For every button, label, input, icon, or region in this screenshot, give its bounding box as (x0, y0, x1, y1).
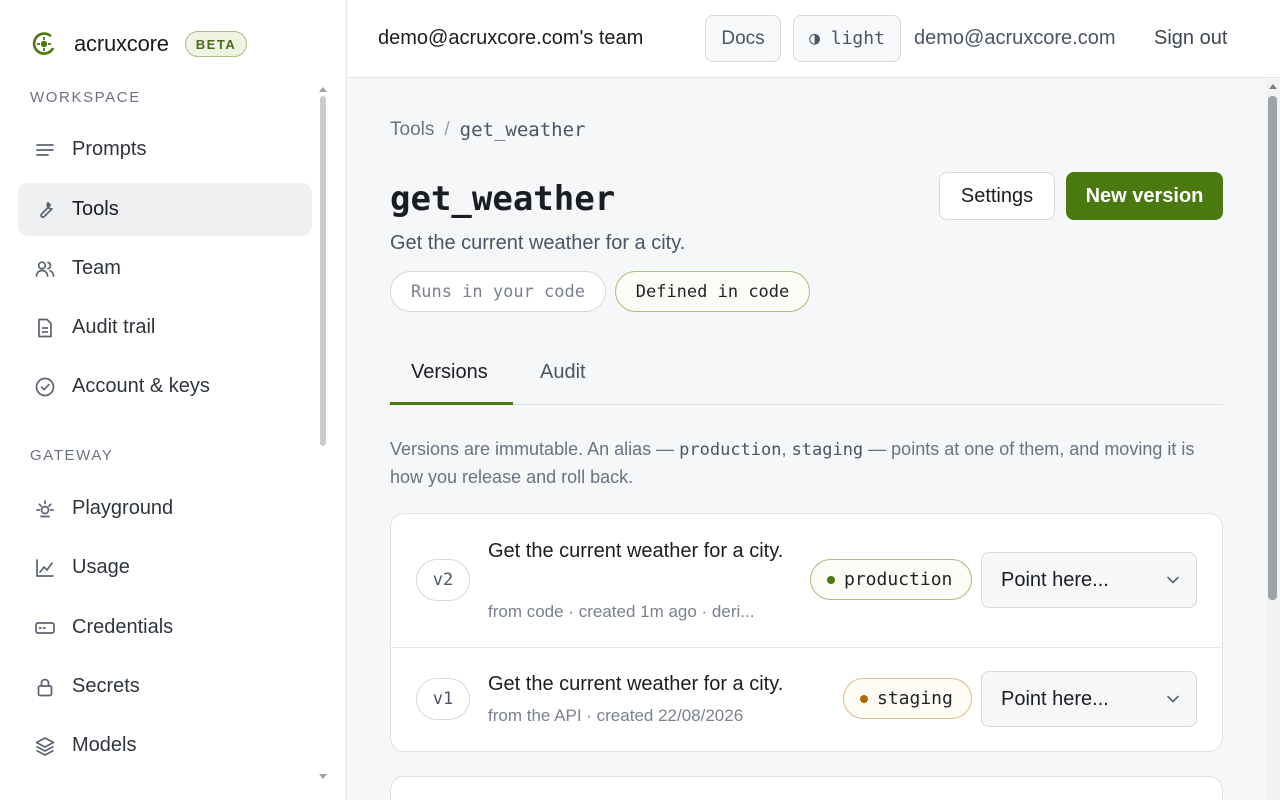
point-alias-select[interactable]: Point here... (981, 552, 1197, 608)
sidebar-item-label: Team (72, 257, 121, 279)
team-name[interactable]: demo@acruxcore.com's team (378, 27, 643, 50)
alias-badge-production: production (810, 559, 972, 600)
chart-line-icon (34, 557, 56, 579)
select-value: Point here... (1001, 568, 1109, 591)
sidebar-item-label: Credentials (72, 616, 174, 638)
sidebar-item-label: Prompts (72, 138, 147, 160)
main-scrollbar-thumb[interactable] (1268, 96, 1277, 600)
beta-badge: BETA (184, 31, 248, 57)
select-value: Point here... (1001, 687, 1109, 710)
source-chip: Defined in code (615, 271, 810, 312)
version-title: Get the current weather for a city. (488, 673, 784, 695)
check-circle-icon (34, 376, 56, 398)
versions-help-text: Versions are immutable. An alias — produ… (390, 436, 1226, 491)
sidebar-item-label: Tools (72, 198, 119, 220)
version-tag: v2 (416, 559, 470, 601)
sidebar-item-label: Models (72, 734, 137, 756)
tool-description: Get the current weather for a city. (390, 232, 686, 254)
breadcrumb-separator: / (444, 119, 450, 140)
sidebar-item-label: Playground (72, 497, 174, 519)
sign-out-link[interactable]: Sign out (1154, 27, 1227, 50)
tab-versions[interactable]: Versions (411, 361, 488, 405)
sidebar-item-account-keys[interactable]: Account & keys (18, 360, 312, 413)
brand-name: acruxcore (74, 31, 169, 56)
sidebar-item-prompts[interactable]: Prompts (18, 123, 312, 176)
sidebar-scroll-down[interactable] (319, 774, 327, 779)
next-card (390, 776, 1223, 800)
version-tag: v1 (416, 678, 470, 720)
sun-icon (34, 498, 56, 520)
alias-label: production (844, 569, 953, 590)
row-divider (391, 647, 1222, 648)
section-label-workspace: WORKSPACE (30, 89, 141, 106)
sidebar-item-models[interactable]: Models (18, 719, 312, 772)
chevron-down-icon (1167, 695, 1179, 703)
page-title: get_weather (390, 179, 616, 219)
tab-bar: Versions Audit (390, 349, 1223, 405)
main-content: Tools / get_weather get_weather Get the … (348, 79, 1266, 800)
version-title: Get the current weather for a city. (488, 540, 784, 562)
status-dot-icon (860, 694, 868, 703)
sidebar-item-audit-trail[interactable]: Audit trail (18, 301, 312, 354)
sidebar-item-label: Secrets (72, 675, 140, 697)
breadcrumb-current: get_weather (459, 119, 586, 141)
docs-button[interactable]: Docs (705, 15, 781, 62)
sidebar-item-credentials[interactable]: Credentials (18, 601, 312, 654)
version-meta: from the API · created 22/08/2026 (488, 706, 744, 725)
sidebar-item-secrets[interactable]: Secrets (18, 660, 312, 713)
alias-label: staging (877, 688, 953, 709)
users-icon (34, 258, 56, 280)
theme-toggle-button[interactable]: ◑ light (793, 15, 901, 62)
runtime-chip: Runs in your code (390, 271, 606, 312)
brand[interactable]: acruxcore BETA (30, 28, 248, 60)
section-label-gateway: GATEWAY (30, 447, 114, 464)
new-version-button[interactable]: New version (1066, 172, 1223, 220)
lock-icon (34, 676, 56, 698)
target-logo-icon (30, 30, 58, 58)
breadcrumb-tools-link[interactable]: Tools (390, 119, 434, 141)
active-tab-indicator (390, 402, 513, 405)
sidebar: acruxcore BETA WORKSPACE Prompts Tools T… (0, 0, 347, 800)
sidebar-scrollbar[interactable] (320, 96, 326, 446)
document-icon (34, 317, 56, 339)
status-dot-icon (827, 575, 835, 584)
help-text-part: Versions are immutable. An alias — (390, 439, 680, 459)
versions-list: v2 Get the current weather for a city. f… (390, 513, 1223, 752)
sidebar-item-label: Usage (72, 556, 130, 578)
sidebar-item-playground[interactable]: Playground (18, 482, 312, 535)
topbar: demo@acruxcore.com's team Docs ◑ light d… (348, 0, 1280, 78)
help-text-part: , (781, 439, 792, 459)
alias-badge-staging: staging (843, 678, 972, 719)
wrench-icon (34, 199, 56, 221)
breadcrumb: Tools / get_weather (390, 119, 585, 141)
settings-button[interactable]: Settings (939, 172, 1055, 220)
sidebar-scroll-up[interactable] (319, 87, 327, 92)
lines-icon (34, 139, 56, 161)
sidebar-item-team[interactable]: Team (18, 242, 312, 295)
sidebar-item-usage[interactable]: Usage (18, 541, 312, 594)
alias-code-staging: staging (791, 440, 864, 460)
alias-code-production: production (679, 440, 782, 460)
version-meta: from code · created 1m ago · deri... (488, 602, 755, 621)
tab-audit[interactable]: Audit (540, 361, 586, 405)
layers-icon (34, 735, 56, 757)
chevron-down-icon (1167, 576, 1179, 584)
card-icon (34, 617, 56, 639)
main-scroll-up[interactable] (1269, 84, 1277, 89)
user-email: demo@acruxcore.com (914, 27, 1116, 49)
point-alias-select[interactable]: Point here... (981, 671, 1197, 727)
sidebar-item-label: Audit trail (72, 316, 156, 338)
sidebar-item-tools[interactable]: Tools (18, 183, 312, 236)
sidebar-item-label: Account & keys (72, 375, 210, 397)
